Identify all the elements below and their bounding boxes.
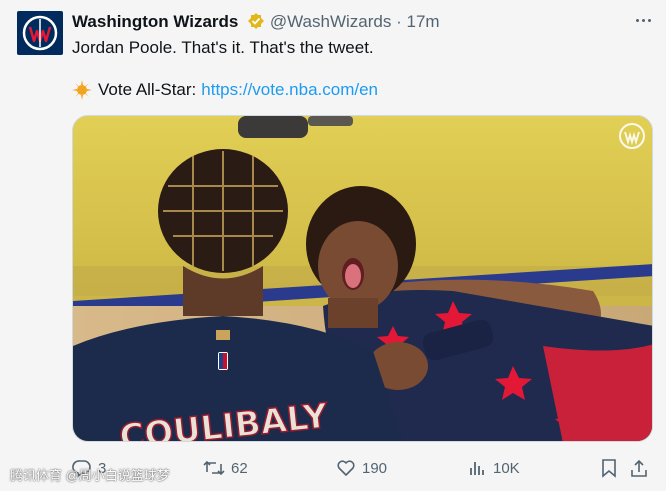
tweet-time[interactable]: 17m xyxy=(406,12,439,31)
bookmark-button[interactable] xyxy=(600,456,618,480)
views-count: 10K xyxy=(493,459,520,477)
share-button[interactable] xyxy=(630,456,648,480)
share-icon xyxy=(631,459,647,477)
more-button[interactable] xyxy=(632,10,654,30)
tweet-header: Washington Wizards @WashWizards · 17m xyxy=(72,12,654,32)
source-watermark: 腾讯体育 @周小白说篮球梦 xyxy=(10,468,170,483)
like-button[interactable]: 190 xyxy=(336,456,387,480)
vote-label: Vote All-Star: xyxy=(98,80,197,99)
avatar[interactable] xyxy=(17,11,63,55)
star-burst-icon xyxy=(72,80,92,100)
separator-dot: · xyxy=(396,12,402,31)
wizards-watermark-icon xyxy=(619,123,645,149)
verified-badge-icon xyxy=(248,13,265,29)
media-scene: COULIBALY xyxy=(73,116,652,441)
more-icon xyxy=(635,18,639,22)
bookmark-icon xyxy=(602,459,616,478)
tweet-text-line1: Jordan Poole. That's it. That's the twee… xyxy=(72,38,374,57)
views-button[interactable]: 10K xyxy=(469,456,520,480)
like-icon xyxy=(337,460,355,476)
tweet-text-line2: Vote All-Star: https://vote.nba.com/en xyxy=(72,80,378,100)
tweet-media[interactable]: COULIBALY xyxy=(72,115,653,442)
retweet-button[interactable]: 62 xyxy=(203,456,248,480)
vote-link[interactable]: https://vote.nba.com/en xyxy=(201,80,378,100)
retweet-icon xyxy=(203,460,225,476)
views-icon xyxy=(470,462,484,475)
author-handle[interactable]: @WashWizards xyxy=(270,12,391,31)
wizards-logo-icon xyxy=(22,15,58,51)
author-name[interactable]: Washington Wizards xyxy=(72,12,238,31)
like-count: 190 xyxy=(362,459,388,477)
retweet-count: 62 xyxy=(231,459,248,477)
